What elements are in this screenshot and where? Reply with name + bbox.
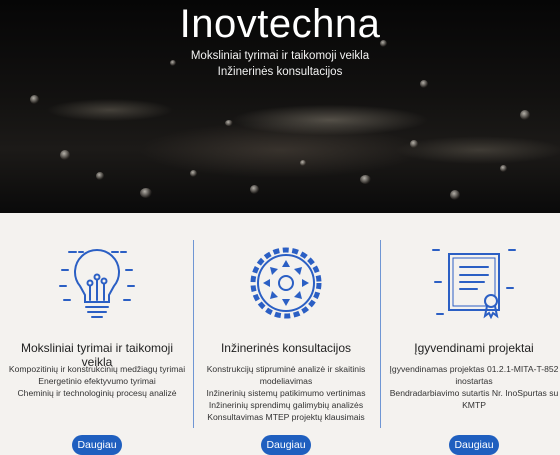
list-item: Cheminių ir technologinių procesų analiz… <box>17 388 177 398</box>
lightbulb-icon <box>4 238 190 328</box>
card-item-list: Kompozitinių ir konstrukcinių medžiagų t… <box>8 363 186 399</box>
water-drop-decoration <box>225 120 233 126</box>
card-title: Įgyvendinami projektai <box>414 341 534 355</box>
more-button-projects[interactable]: Daugiau <box>449 435 499 455</box>
water-drop-decoration <box>60 150 70 160</box>
hero-banner: Inovtechna Moksliniai tyrimai ir taikomo… <box>0 0 560 213</box>
list-item: Inžinerinių sprendimų galimybių analizės <box>208 400 364 410</box>
list-item: Kompozitinių ir konstrukcinių medžiagų t… <box>8 364 186 374</box>
service-card-projects: Įgyvendinami projektai Įgyvendinamas pro… <box>381 213 560 455</box>
gear-icon <box>193 238 379 328</box>
water-drop-decoration <box>420 80 428 88</box>
service-card-consulting: Inžinerinės konsultacijos Konstrukcijų s… <box>193 213 379 455</box>
hero-subtitle-research: Moksliniai tyrimai ir taikomoji veikla <box>190 50 370 62</box>
water-drop-decoration <box>140 188 152 198</box>
list-item: KMTP <box>462 400 486 410</box>
water-drop-decoration <box>250 185 259 194</box>
list-item: Energetinio efektyvumo tyrimai <box>38 376 156 386</box>
water-drop-decoration <box>300 160 306 166</box>
water-drop-decoration <box>500 165 507 172</box>
list-item: inostartas <box>455 376 493 386</box>
list-item: Konstrukcijų stipruminė analizė ir skait… <box>206 364 366 374</box>
list-item: Konsultavimas MTEP projektų klausimais <box>207 412 365 422</box>
water-drop-decoration <box>96 172 104 180</box>
list-item: Įgyvendinamas projektas 01.2.1-MITA-T-85… <box>389 364 559 374</box>
list-item: Bendradarbiavimo sutartis Nr. InoSpurtas… <box>389 388 559 398</box>
list-item: modeliavimas <box>259 376 313 386</box>
water-drop-decoration <box>30 95 39 104</box>
water-drop-decoration <box>410 140 418 148</box>
card-title: Inžinerinės konsultacijos <box>220 341 352 355</box>
card-item-list: Įgyvendinamas projektas 01.2.1-MITA-T-85… <box>385 363 560 411</box>
water-drop-decoration <box>360 175 371 184</box>
more-button-research[interactable]: Daugiau <box>72 435 122 455</box>
card-item-list: Konstrukcijų stipruminė analizė ir skait… <box>197 363 375 423</box>
more-button-consulting[interactable]: Daugiau <box>261 435 311 455</box>
hero-subtitle-consulting: Inžinerinės konsultacijos <box>217 66 343 78</box>
certificate-icon <box>381 238 560 328</box>
water-drop-decoration <box>520 110 530 120</box>
water-drop-decoration <box>450 190 460 200</box>
list-item: Inžinerinių sistemų patikimumo vertinima… <box>206 388 366 398</box>
water-drop-decoration <box>190 170 197 177</box>
site-title: Inovtechna <box>179 2 381 46</box>
service-card-research: Moksliniai tyrimai ir taikomoji veikla K… <box>4 213 190 455</box>
